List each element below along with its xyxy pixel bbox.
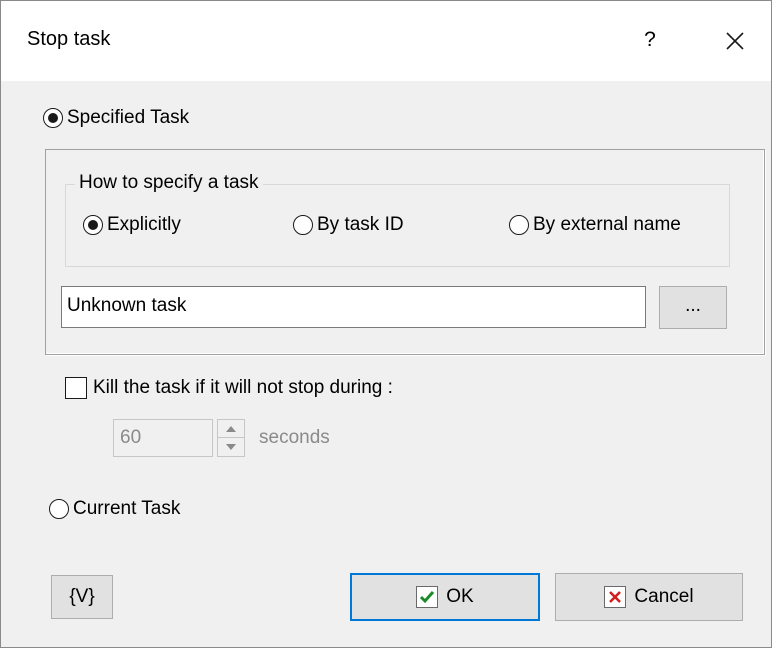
by-task-id-label[interactable]: By task ID <box>317 214 404 236</box>
variables-button-label: {V} <box>69 586 95 607</box>
cancel-button[interactable]: Cancel <box>555 573 743 621</box>
specified-task-radio[interactable] <box>43 108 63 128</box>
kill-task-checkbox[interactable] <box>65 377 87 399</box>
variables-button[interactable]: {V} <box>51 575 113 619</box>
title-bar: Stop task ? <box>1 1 771 81</box>
seconds-unit-label: seconds <box>259 427 330 448</box>
explicitly-radio[interactable] <box>83 215 103 235</box>
window-title: Stop task <box>27 28 111 50</box>
spin-down-button[interactable] <box>218 438 244 456</box>
cancel-x-icon <box>604 586 627 608</box>
ok-button-label: OK <box>446 586 474 607</box>
specified-task-label[interactable]: Specified Task <box>67 107 189 129</box>
cancel-button-label: Cancel <box>634 586 694 607</box>
by-task-id-radio[interactable] <box>293 215 313 235</box>
ok-button[interactable]: OK <box>350 573 540 621</box>
by-external-name-radio[interactable] <box>509 215 529 235</box>
current-task-radio[interactable] <box>49 499 69 519</box>
spin-up-icon <box>226 425 236 432</box>
by-external-name-label[interactable]: By external name <box>533 214 681 236</box>
kill-task-label[interactable]: Kill the task if it will not stop during… <box>93 377 393 399</box>
help-button[interactable]: ? <box>637 25 663 55</box>
spin-up-button[interactable] <box>218 420 244 438</box>
stop-task-dialog: Stop task ? Specified Task How to specif… <box>0 0 772 648</box>
close-icon <box>726 32 744 50</box>
current-task-label[interactable]: Current Task <box>73 498 180 520</box>
browse-button[interactable]: ... <box>659 286 727 329</box>
timeout-spinner[interactable] <box>217 419 245 457</box>
ok-check-icon <box>416 586 439 608</box>
explicitly-label[interactable]: Explicitly <box>107 214 181 236</box>
close-button[interactable] <box>717 23 753 59</box>
how-to-specify-title: How to specify a task <box>75 172 263 194</box>
timeout-seconds-input[interactable]: 60 <box>113 419 213 457</box>
task-name-input[interactable]: Unknown task <box>61 286 646 328</box>
spin-down-icon <box>226 444 236 450</box>
